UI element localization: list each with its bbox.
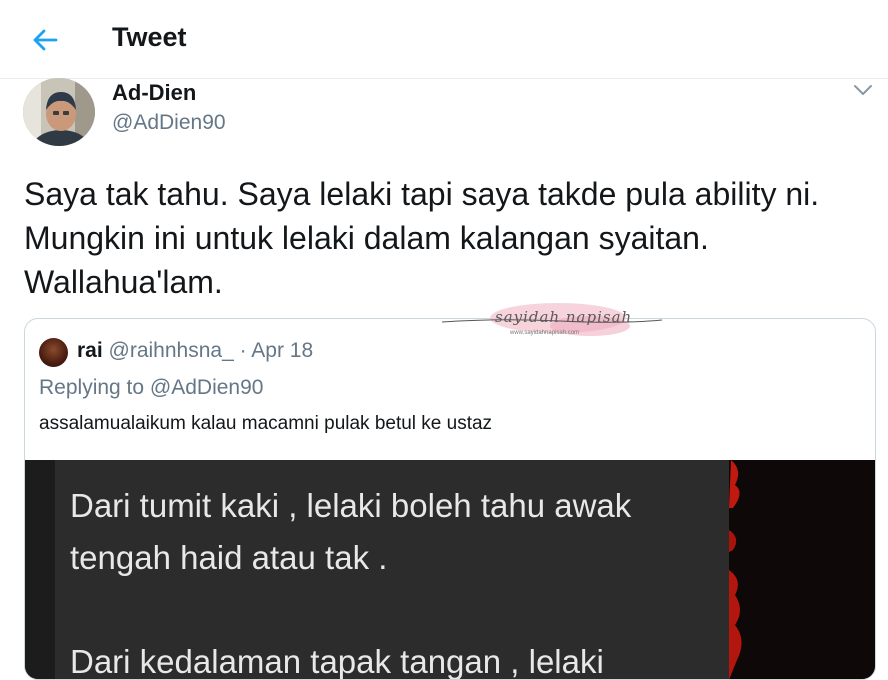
quoted-tweet-image[interactable]: Dari tumit kaki , lelaki boleh tahu awak…	[25, 460, 875, 680]
tweet-menu-button[interactable]	[852, 80, 874, 100]
quoted-tweet-date[interactable]: Apr 18	[251, 339, 313, 362]
image-left-edge	[25, 460, 55, 679]
author-avatar[interactable]	[23, 78, 95, 146]
back-arrow-icon	[33, 29, 58, 51]
image-right-strip	[729, 460, 875, 679]
top-bar: Tweet	[0, 0, 888, 79]
red-flame-decoration	[729, 460, 742, 679]
replying-to-mention[interactable]: @AdDien90	[150, 376, 264, 399]
author-photo	[23, 78, 95, 146]
author-handle[interactable]: @AdDien90	[112, 111, 226, 135]
page-title: Tweet	[112, 22, 187, 52]
tweet-text: Saya tak tahu. Saya lelaki tapi saya tak…	[24, 176, 820, 300]
author-name[interactable]: Ad-Dien	[112, 80, 196, 106]
quoted-tweet[interactable]: rai @raihnhsna_ · Apr 18 Replying to @Ad…	[24, 318, 876, 680]
quoted-tweet-header: rai @raihnhsna_ · Apr 18	[77, 339, 313, 363]
quoted-author-name[interactable]: rai	[77, 339, 103, 362]
replying-to-line: Replying to @AdDien90	[39, 376, 263, 400]
header-separator: ·	[239, 339, 247, 362]
back-button[interactable]	[30, 26, 60, 54]
chevron-down-icon	[854, 85, 872, 95]
image-caption-text: Dari tumit kaki , lelaki boleh tahu awak…	[70, 487, 632, 680]
quoted-author-handle[interactable]: @raihnhsna_	[109, 339, 234, 362]
replying-label: Replying to	[39, 376, 145, 399]
quoted-tweet-text: assalamualaikum kalau macamni pulak betu…	[39, 413, 493, 434]
quoted-author-avatar[interactable]	[39, 338, 68, 367]
